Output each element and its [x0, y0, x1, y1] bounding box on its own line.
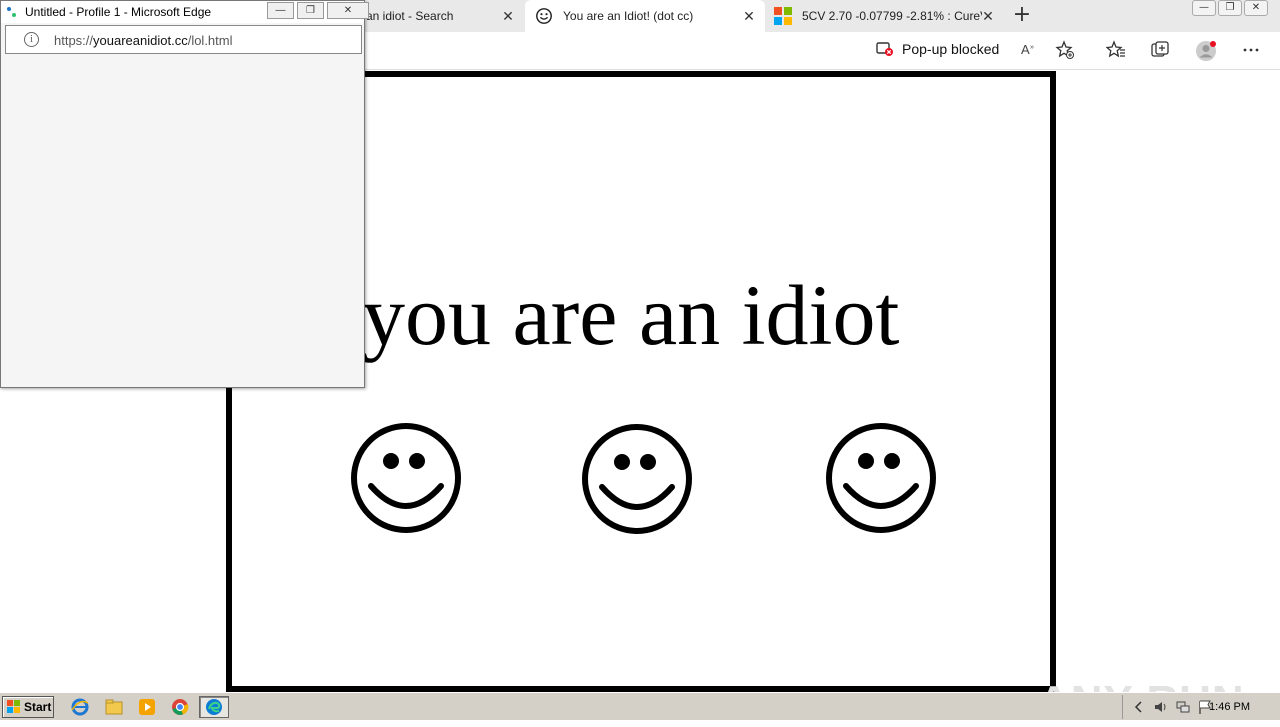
taskbar: Start 1:46 PM	[0, 692, 1280, 720]
window-controls: — ❐ ✕	[1190, 0, 1268, 16]
close-tab-icon[interactable]: ✕	[741, 8, 757, 24]
site-info-icon[interactable]: i	[24, 32, 39, 47]
edge-icon[interactable]	[199, 696, 229, 718]
volume-icon[interactable]	[1153, 699, 1169, 715]
add-favorite-icon[interactable]	[1054, 40, 1076, 62]
edge-logo-icon	[7, 7, 16, 17]
chrome-icon[interactable]	[168, 696, 192, 718]
popup-blocked-label: Pop-up blocked	[902, 41, 1000, 57]
explorer-icon[interactable]	[102, 696, 126, 718]
more-icon[interactable]	[1240, 40, 1262, 62]
network-icon[interactable]	[1175, 699, 1191, 715]
tab-you-are-an-idiot[interactable]: You are an Idiot! (dot cc) ✕	[525, 0, 765, 32]
read-aloud-icon[interactable]: A»	[1018, 40, 1040, 62]
new-tab-button[interactable]: +	[1010, 4, 1034, 28]
svg-text:A: A	[1021, 42, 1030, 57]
popup-window[interactable]: Untitled - Profile 1 - Microsoft Edge — …	[0, 0, 369, 388]
popup-restore-button[interactable]: ❐	[297, 2, 324, 19]
svg-text:»: »	[1030, 44, 1034, 51]
url-scheme: https://	[54, 33, 94, 48]
tab-search[interactable]: an idiot - Search ✕	[352, 0, 524, 32]
popup-window-controls: — ❐ ✕	[267, 2, 372, 19]
smiley-icon	[582, 424, 692, 534]
close-tab-icon[interactable]: ✕	[980, 8, 996, 24]
page-headline: you are an idiot	[362, 267, 900, 363]
smiley-icon	[536, 8, 552, 24]
url-domain: youareanidiot.cc	[93, 33, 188, 48]
profile-icon[interactable]	[1195, 40, 1217, 62]
popup-title-bar[interactable]: Untitled - Profile 1 - Microsoft Edge — …	[1, 1, 369, 23]
collections-icon[interactable]	[1149, 40, 1171, 62]
minimize-button[interactable]: —	[1192, 0, 1216, 16]
popup-blocked-indicator[interactable]: Pop-up blocked	[876, 41, 999, 57]
url-path: /lol.html	[187, 33, 233, 48]
windows-flag-icon	[7, 700, 20, 713]
tab-curev[interactable]: 5CV 2.70 -0.07799 -2.81% : CureV ✕	[766, 0, 1004, 32]
popup-close-button[interactable]: ✕	[327, 2, 369, 19]
favorites-icon[interactable]	[1105, 40, 1127, 62]
close-tab-icon[interactable]: ✕	[500, 8, 516, 24]
close-window-button[interactable]: ✕	[1244, 0, 1268, 16]
restore-button[interactable]: ❐	[1218, 0, 1242, 16]
smiley-icon	[826, 423, 936, 533]
popup-minimize-button[interactable]: —	[267, 2, 294, 19]
clock[interactable]: 1:46 PM	[1209, 701, 1250, 713]
media-player-icon[interactable]	[135, 696, 159, 718]
ie-icon[interactable]	[68, 696, 92, 718]
tray-chevron-icon[interactable]	[1131, 699, 1147, 715]
start-button[interactable]: Start	[2, 696, 54, 718]
popup-title: Untitled - Profile 1 - Microsoft Edge	[25, 5, 212, 19]
popup-blocked-icon	[876, 42, 893, 56]
tab-title: 5CV 2.70 -0.07799 -2.81% : CureV	[802, 9, 982, 23]
tab-title: an idiot - Search	[366, 9, 454, 23]
start-label: Start	[24, 700, 52, 714]
system-tray: 1:46 PM	[1122, 695, 1280, 719]
popup-url: https://youareanidiot.cc/lol.html	[54, 33, 233, 48]
tab-title: You are an Idiot! (dot cc)	[563, 9, 694, 23]
popup-address-bar[interactable]: i https://youareanidiot.cc/lol.html	[5, 25, 362, 54]
smiley-icon	[351, 423, 461, 533]
microsoft-logo-icon	[774, 7, 792, 25]
